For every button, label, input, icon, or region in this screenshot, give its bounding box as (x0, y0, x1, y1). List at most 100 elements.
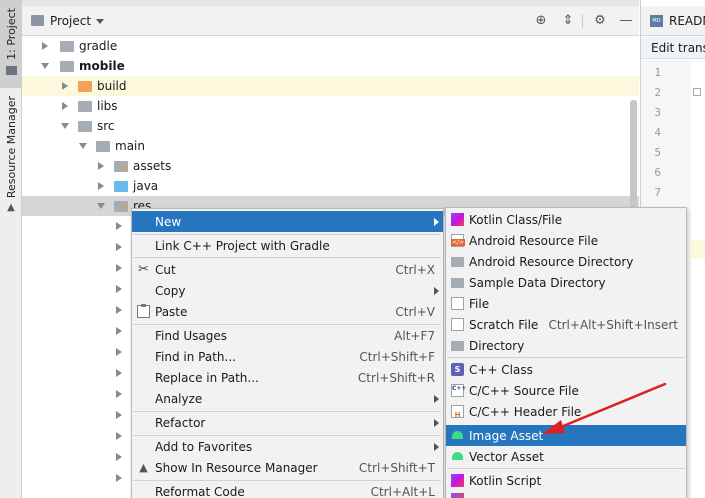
locate-icon[interactable]: ⊕ (533, 13, 549, 29)
chevron-right-icon[interactable] (116, 432, 122, 440)
submenu-item-cpp-header-file[interactable]: H C/C++ Header File (446, 401, 686, 422)
chevron-right-icon[interactable] (116, 411, 122, 419)
chevron-right-icon[interactable] (62, 102, 68, 110)
chevron-right-icon[interactable] (116, 306, 122, 314)
editor-tab-readme[interactable]: MD READM (641, 6, 705, 36)
menu-item-cut[interactable]: ✂ Cut Ctrl+X (132, 259, 443, 280)
menu-item-label: Vector Asset (469, 450, 544, 464)
submenu-item-cpp-class[interactable]: S C++ Class (446, 359, 686, 380)
submenu-item-image-asset[interactable]: Image Asset (446, 425, 686, 446)
source-folder-icon (114, 181, 128, 192)
caret-line-highlight (691, 240, 705, 258)
menu-item-label: C/C++ Header File (469, 405, 582, 419)
chevron-right-icon[interactable] (98, 182, 104, 190)
chevron-down-icon[interactable] (97, 203, 105, 209)
menu-item-show-in-resource-manager[interactable]: ▲ Show In Resource Manager Ctrl+Shift+T (132, 457, 443, 478)
chevron-right-icon[interactable] (42, 42, 48, 50)
resources-folder-icon (114, 201, 128, 212)
menu-item-find-usages[interactable]: Find Usages Alt+F7 (132, 325, 443, 346)
editor-tab-label: READM (669, 14, 705, 28)
collapse-all-icon[interactable]: ⇕ (560, 13, 576, 29)
menu-item-shortcut: Alt+F7 (394, 329, 435, 343)
chevron-right-icon[interactable] (62, 82, 68, 90)
menu-item-new[interactable]: New (132, 211, 443, 232)
chevron-right-icon[interactable] (116, 453, 122, 461)
tree-row-label: gradle (79, 39, 118, 53)
tree-row-assets[interactable]: assets (22, 156, 639, 176)
project-view-title[interactable]: Project (50, 14, 91, 28)
tool-tab-resource-manager[interactable]: Resource Manager ▲ (0, 96, 22, 226)
menu-item-label: New (155, 215, 182, 229)
chevron-right-icon[interactable] (116, 264, 122, 272)
android-icon (451, 452, 464, 460)
menu-item-label: Android Resource Directory (469, 255, 634, 269)
folder-icon (78, 101, 92, 112)
chevron-right-icon[interactable] (116, 348, 122, 356)
submenu-item-cpp-source-file[interactable]: C++ C/C++ Source File (446, 380, 686, 401)
menu-item-copy[interactable]: Copy (132, 280, 443, 301)
tree-row-label: build (97, 79, 127, 93)
chevron-right-icon[interactable] (116, 285, 122, 293)
menu-item-refactor[interactable]: Refactor (132, 412, 443, 433)
menu-item-label: Android Resource File (469, 234, 599, 248)
submenu-item-sample-data-directory[interactable]: Sample Data Directory (446, 272, 686, 293)
menu-separator (447, 468, 685, 469)
submenu-item-android-resource-directory[interactable]: Android Resource Directory (446, 251, 686, 272)
tree-row-src[interactable]: src (22, 116, 639, 136)
chevron-down-icon[interactable] (61, 123, 69, 129)
excluded-folder-icon (78, 81, 92, 92)
tree-row-mobile[interactable]: mobile (22, 56, 639, 76)
resource-icon: ▲ (7, 202, 15, 214)
menu-item-label: C++ Class (469, 363, 533, 377)
chevron-right-icon[interactable] (116, 222, 122, 230)
menu-item-label: Kotlin Class/File (469, 213, 563, 227)
menu-item-label: Sample Data Directory (469, 276, 606, 290)
chevron-right-icon[interactable] (116, 390, 122, 398)
menu-item-analyze[interactable]: Analyze (132, 388, 443, 409)
project-panel-header: Project ⊕ ⇕ ⚙ — (22, 6, 639, 36)
submenu-item-android-resource-file[interactable]: Android Resource File (446, 230, 686, 251)
tool-tab-project[interactable]: 1: Project (0, 0, 22, 88)
folder-icon (451, 341, 464, 351)
menu-item-paste[interactable]: Paste Ctrl+V (132, 301, 443, 322)
left-tool-strip: 1: Project Resource Manager ▲ (0, 0, 22, 498)
tree-row-java[interactable]: java (22, 176, 639, 196)
menu-item-reformat-code[interactable]: Reformat Code Ctrl+Alt+L (132, 481, 443, 498)
chevron-down-icon[interactable] (79, 143, 87, 149)
submenu-item-kotlin-script[interactable]: Kotlin Script (446, 470, 686, 491)
chevron-down-icon[interactable] (96, 19, 104, 24)
assets-folder-icon (114, 161, 128, 172)
translation-banner-link[interactable]: Edit transla (651, 41, 705, 55)
menu-item-label: Link C++ Project with Gradle (155, 239, 330, 253)
tree-row-libs[interactable]: libs (22, 96, 639, 116)
fold-icon[interactable] (693, 88, 701, 96)
context-menu: New Link C++ Project with Gradle ✂ Cut C… (131, 208, 444, 498)
minimize-icon[interactable]: — (618, 13, 634, 29)
tree-row-build[interactable]: build (22, 76, 639, 96)
chevron-right-icon[interactable] (116, 369, 122, 377)
line-number: 2 (654, 86, 661, 99)
chevron-right-icon[interactable] (98, 162, 104, 170)
menu-item-link-cpp-project[interactable]: Link C++ Project with Gradle (132, 235, 443, 256)
chevron-right-icon[interactable] (116, 474, 122, 482)
menu-item-replace-in-path[interactable]: Replace in Path... Ctrl+Shift+R (132, 367, 443, 388)
submenu-item-cut-off[interactable] (451, 493, 464, 498)
tree-row-gradle[interactable]: gradle (22, 36, 639, 56)
submenu-item-scratch-file[interactable]: Scratch File Ctrl+Alt+Shift+Insert (446, 314, 686, 335)
menu-item-add-to-favorites[interactable]: Add to Favorites (132, 436, 443, 457)
chevron-down-icon[interactable] (41, 63, 49, 69)
tree-scrollbar[interactable] (630, 100, 637, 210)
tree-row-main[interactable]: main (22, 136, 639, 156)
menu-item-label: File (469, 297, 490, 311)
chevron-right-icon[interactable] (116, 327, 122, 335)
chevron-right-icon[interactable] (116, 243, 122, 251)
submenu-item-kotlin-class[interactable]: Kotlin Class/File (446, 209, 686, 230)
submenu-item-file[interactable]: File (446, 293, 686, 314)
gear-icon[interactable]: ⚙ (592, 13, 608, 29)
menu-item-label: Image Asset (469, 429, 544, 443)
menu-item-label: Copy (155, 284, 186, 298)
menu-item-find-in-path[interactable]: Find in Path... Ctrl+Shift+F (132, 346, 443, 367)
submenu-item-directory[interactable]: Directory (446, 335, 686, 356)
line-number: 4 (654, 126, 661, 139)
submenu-item-vector-asset[interactable]: Vector Asset (446, 446, 686, 467)
